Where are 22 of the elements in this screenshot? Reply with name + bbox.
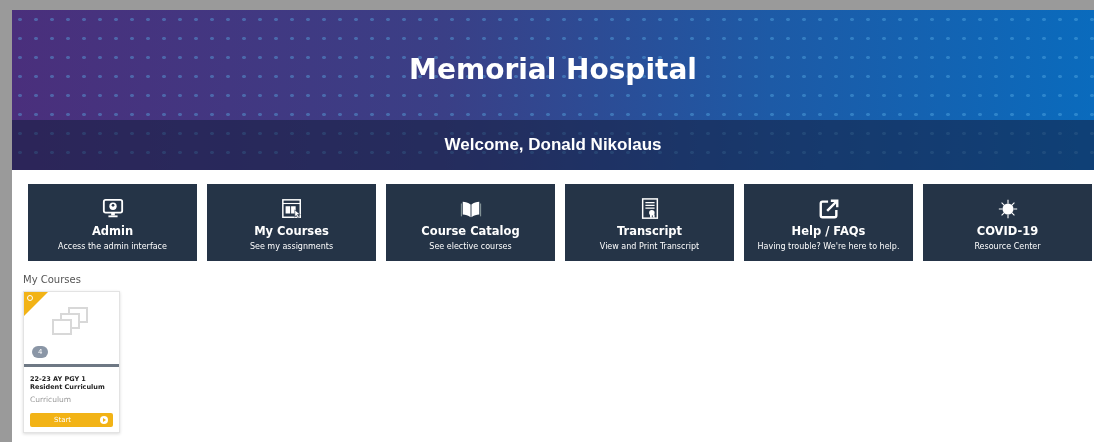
tile-subtitle: Having trouble? We're here to help.	[757, 242, 900, 251]
nav-tile[interactable]: Admin Access the admin interface	[28, 184, 197, 261]
play-icon	[99, 415, 109, 425]
tile-subtitle: See elective courses	[429, 242, 512, 251]
stacked-windows-icon	[51, 306, 91, 336]
tile-subtitle: See my assignments	[249, 242, 334, 251]
nav-tile[interactable]: Transcript View and Print Transcript	[565, 184, 734, 261]
welcome-text: Welcome, Donald Nikolaus	[444, 135, 662, 155]
section-heading: My Courses	[22, 273, 82, 285]
tile-subtitle: View and Print Transcript	[599, 242, 700, 251]
tile-subtitle: Access the admin interface	[58, 242, 167, 251]
nav-tile[interactable]: COVID-19 Resource Center	[923, 184, 1092, 261]
tile-subtitle: Resource Center	[974, 242, 1041, 251]
site-title: Memorial Hospital	[409, 52, 697, 86]
monitor-user-icon	[101, 198, 124, 220]
browser-book-icon	[280, 198, 303, 220]
nav-tile[interactable]: Course Catalog See elective courses	[386, 184, 555, 261]
external-link-icon	[817, 198, 840, 220]
corner-ribbon-icon	[24, 292, 48, 316]
nav-tile[interactable]: My Courses See my assignments	[207, 184, 376, 261]
nav-tile[interactable]: Help / FAQs Having trouble? We're here to help.	[744, 184, 913, 261]
virus-icon	[996, 198, 1019, 220]
